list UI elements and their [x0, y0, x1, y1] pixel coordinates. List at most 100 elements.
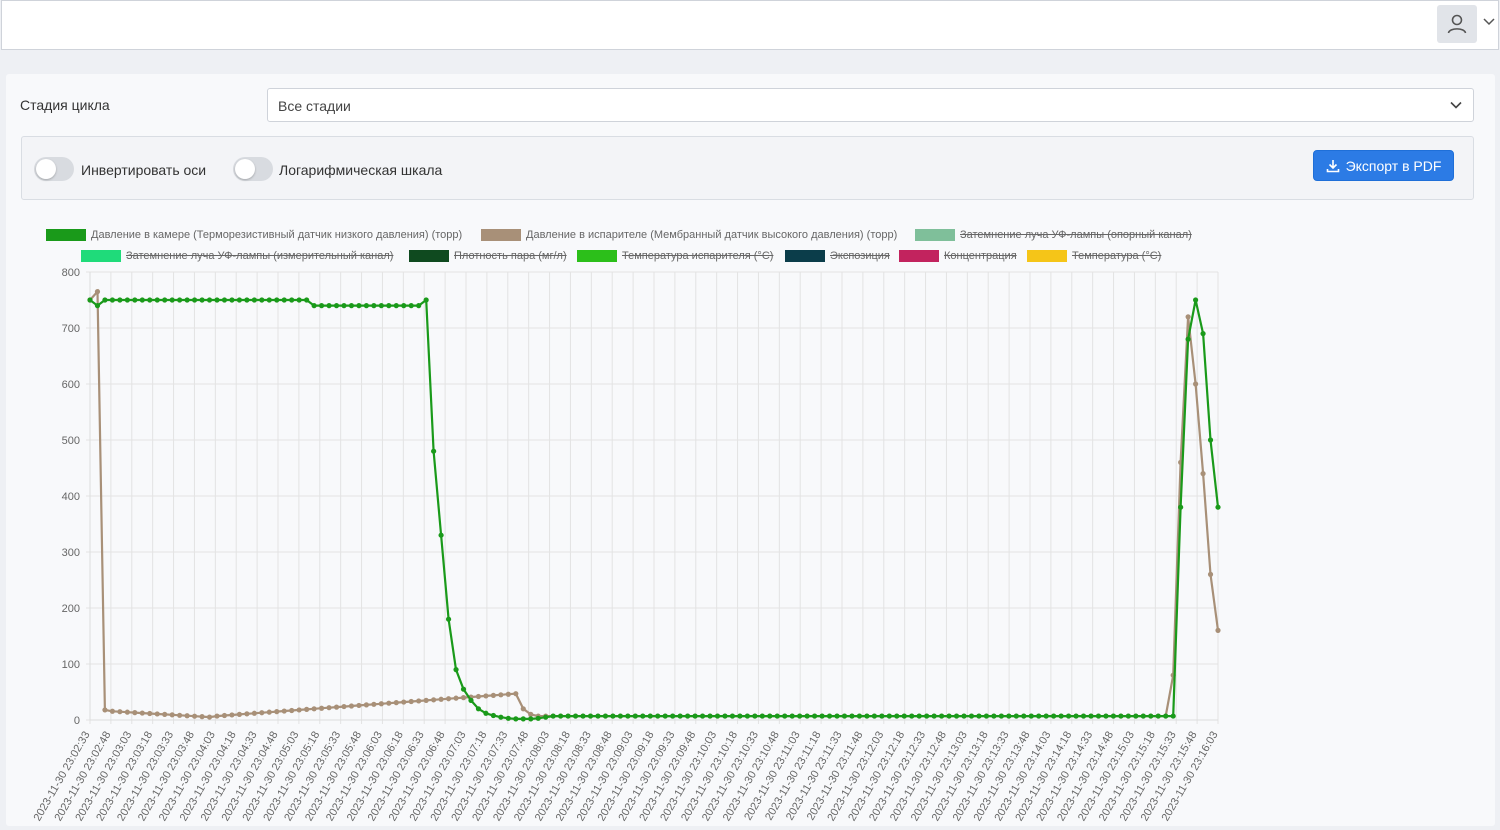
chamber-pressure-point	[528, 716, 534, 722]
evaporator-pressure-point	[445, 696, 452, 702]
evaporator-pressure-point	[453, 695, 459, 701]
chamber-pressure-point	[132, 297, 138, 303]
chamber-pressure-point	[1140, 713, 1146, 719]
evaporator-pressure-point	[251, 710, 257, 716]
evaporator-pressure-point	[94, 289, 101, 295]
chamber-pressure-point	[251, 297, 257, 303]
chamber-pressure-point	[483, 710, 489, 716]
evaporator-pressure-point	[513, 691, 519, 697]
chamber-pressure-point	[1133, 713, 1139, 719]
evaporator-pressure-point	[214, 713, 220, 719]
chamber-pressure-point	[505, 715, 511, 721]
evaporator-pressure-point	[221, 712, 228, 719]
chamber-pressure-point	[782, 713, 788, 719]
chamber-pressure-point	[94, 303, 101, 309]
y-tick-label: 100	[62, 659, 80, 671]
chamber-pressure-point	[924, 713, 930, 719]
evaporator-pressure-point	[1192, 381, 1199, 387]
evaporator-pressure-point	[199, 714, 205, 720]
evaporator-pressure-point	[431, 697, 437, 703]
evaporator-pressure-point	[341, 703, 347, 710]
evaporator-pressure-point	[132, 710, 138, 716]
chamber-pressure-point	[416, 303, 422, 309]
chamber-pressure-point	[841, 713, 848, 719]
chamber-pressure-point	[976, 713, 982, 719]
chamber-pressure-point	[1036, 713, 1042, 719]
chamber-pressure-point	[722, 713, 728, 719]
evaporator-pressure-point	[348, 703, 355, 709]
chamber-pressure-point	[894, 713, 900, 719]
evaporator-pressure-point	[490, 692, 496, 698]
chamber-pressure-point	[169, 297, 175, 303]
chamber-pressure-point	[737, 713, 743, 719]
chamber-pressure-point	[117, 297, 123, 303]
chamber-pressure-point	[1207, 437, 1214, 443]
chamber-pressure-point	[206, 297, 213, 303]
evaporator-pressure-point	[505, 691, 511, 697]
chamber-pressure-point	[311, 303, 317, 309]
chamber-pressure-point	[1028, 713, 1034, 719]
evaporator-pressure-point	[147, 710, 153, 717]
evaporator-pressure-point	[408, 698, 414, 705]
evaporator-pressure-point	[154, 711, 160, 717]
evaporator-pressure-point	[296, 707, 302, 713]
chamber-pressure-point	[856, 713, 863, 719]
evaporator-pressure-point	[184, 713, 190, 719]
chamber-pressure-point	[244, 297, 250, 303]
chamber-pressure-point	[640, 713, 646, 719]
evaporator-pressure-point	[109, 708, 116, 714]
chamber-pressure-point	[513, 716, 519, 722]
chamber-pressure-point	[707, 713, 713, 719]
chamber-pressure-point	[550, 713, 556, 719]
chamber-pressure-point	[214, 297, 220, 303]
chamber-pressure-point	[699, 713, 706, 719]
chamber-pressure-point	[916, 713, 922, 719]
chamber-pressure-point	[625, 713, 631, 719]
chamber-pressure-point	[378, 303, 384, 309]
chamber-pressure-point	[543, 714, 549, 720]
chamber-pressure-point	[670, 713, 676, 719]
chamber-pressure-point	[386, 303, 392, 309]
chamber-pressure-point	[1073, 713, 1079, 719]
y-tick-label: 700	[62, 323, 80, 335]
evaporator-pressure-point	[498, 692, 504, 698]
chamber-pressure-point	[879, 713, 885, 719]
evaporator-pressure-point	[318, 705, 325, 711]
evaporator-pressure-point	[177, 712, 183, 718]
chamber-pressure-point	[445, 616, 452, 622]
chamber-pressure-point	[961, 713, 967, 719]
evaporator-pressure-point	[386, 700, 392, 706]
chamber-pressure-point	[849, 713, 855, 719]
chamber-pressure-point	[886, 713, 892, 719]
chamber-pressure-point	[692, 713, 698, 719]
evaporator-pressure-point	[304, 706, 310, 712]
chamber-pressure-point	[453, 667, 459, 673]
chamber-pressure-point	[304, 297, 310, 303]
chamber-pressure-point	[341, 303, 347, 309]
chamber-pressure-point	[438, 532, 444, 538]
evaporator-pressure-point	[1215, 627, 1221, 634]
chamber-pressure-point	[139, 297, 145, 303]
chamber-pressure-point	[229, 297, 235, 303]
chamber-pressure-point	[1163, 713, 1169, 719]
evaporator-pressure-point	[423, 697, 429, 704]
chamber-pressure-point	[714, 713, 721, 719]
evaporator-pressure-point	[124, 709, 130, 715]
chamber-pressure-point	[423, 297, 429, 303]
chamber-pressure-point	[1148, 713, 1154, 719]
evaporator-pressure-point	[1185, 314, 1191, 320]
chamber-pressure-point	[1118, 713, 1124, 719]
y-tick-label: 200	[62, 603, 80, 615]
chamber-pressure-point	[1215, 504, 1221, 510]
evaporator-pressure-point	[438, 696, 444, 702]
chamber-pressure-point	[498, 714, 504, 720]
evaporator-pressure-point	[460, 695, 467, 701]
chamber-pressure-point	[909, 713, 915, 719]
evaporator-pressure-point	[311, 706, 317, 712]
chamber-pressure-point	[1103, 713, 1109, 719]
chamber-pressure-point	[1155, 713, 1161, 719]
evaporator-pressure-point	[528, 711, 534, 718]
chamber-pressure-point	[162, 297, 168, 303]
evaporator-pressure-point	[333, 704, 340, 710]
chamber-pressure-point	[221, 297, 228, 303]
